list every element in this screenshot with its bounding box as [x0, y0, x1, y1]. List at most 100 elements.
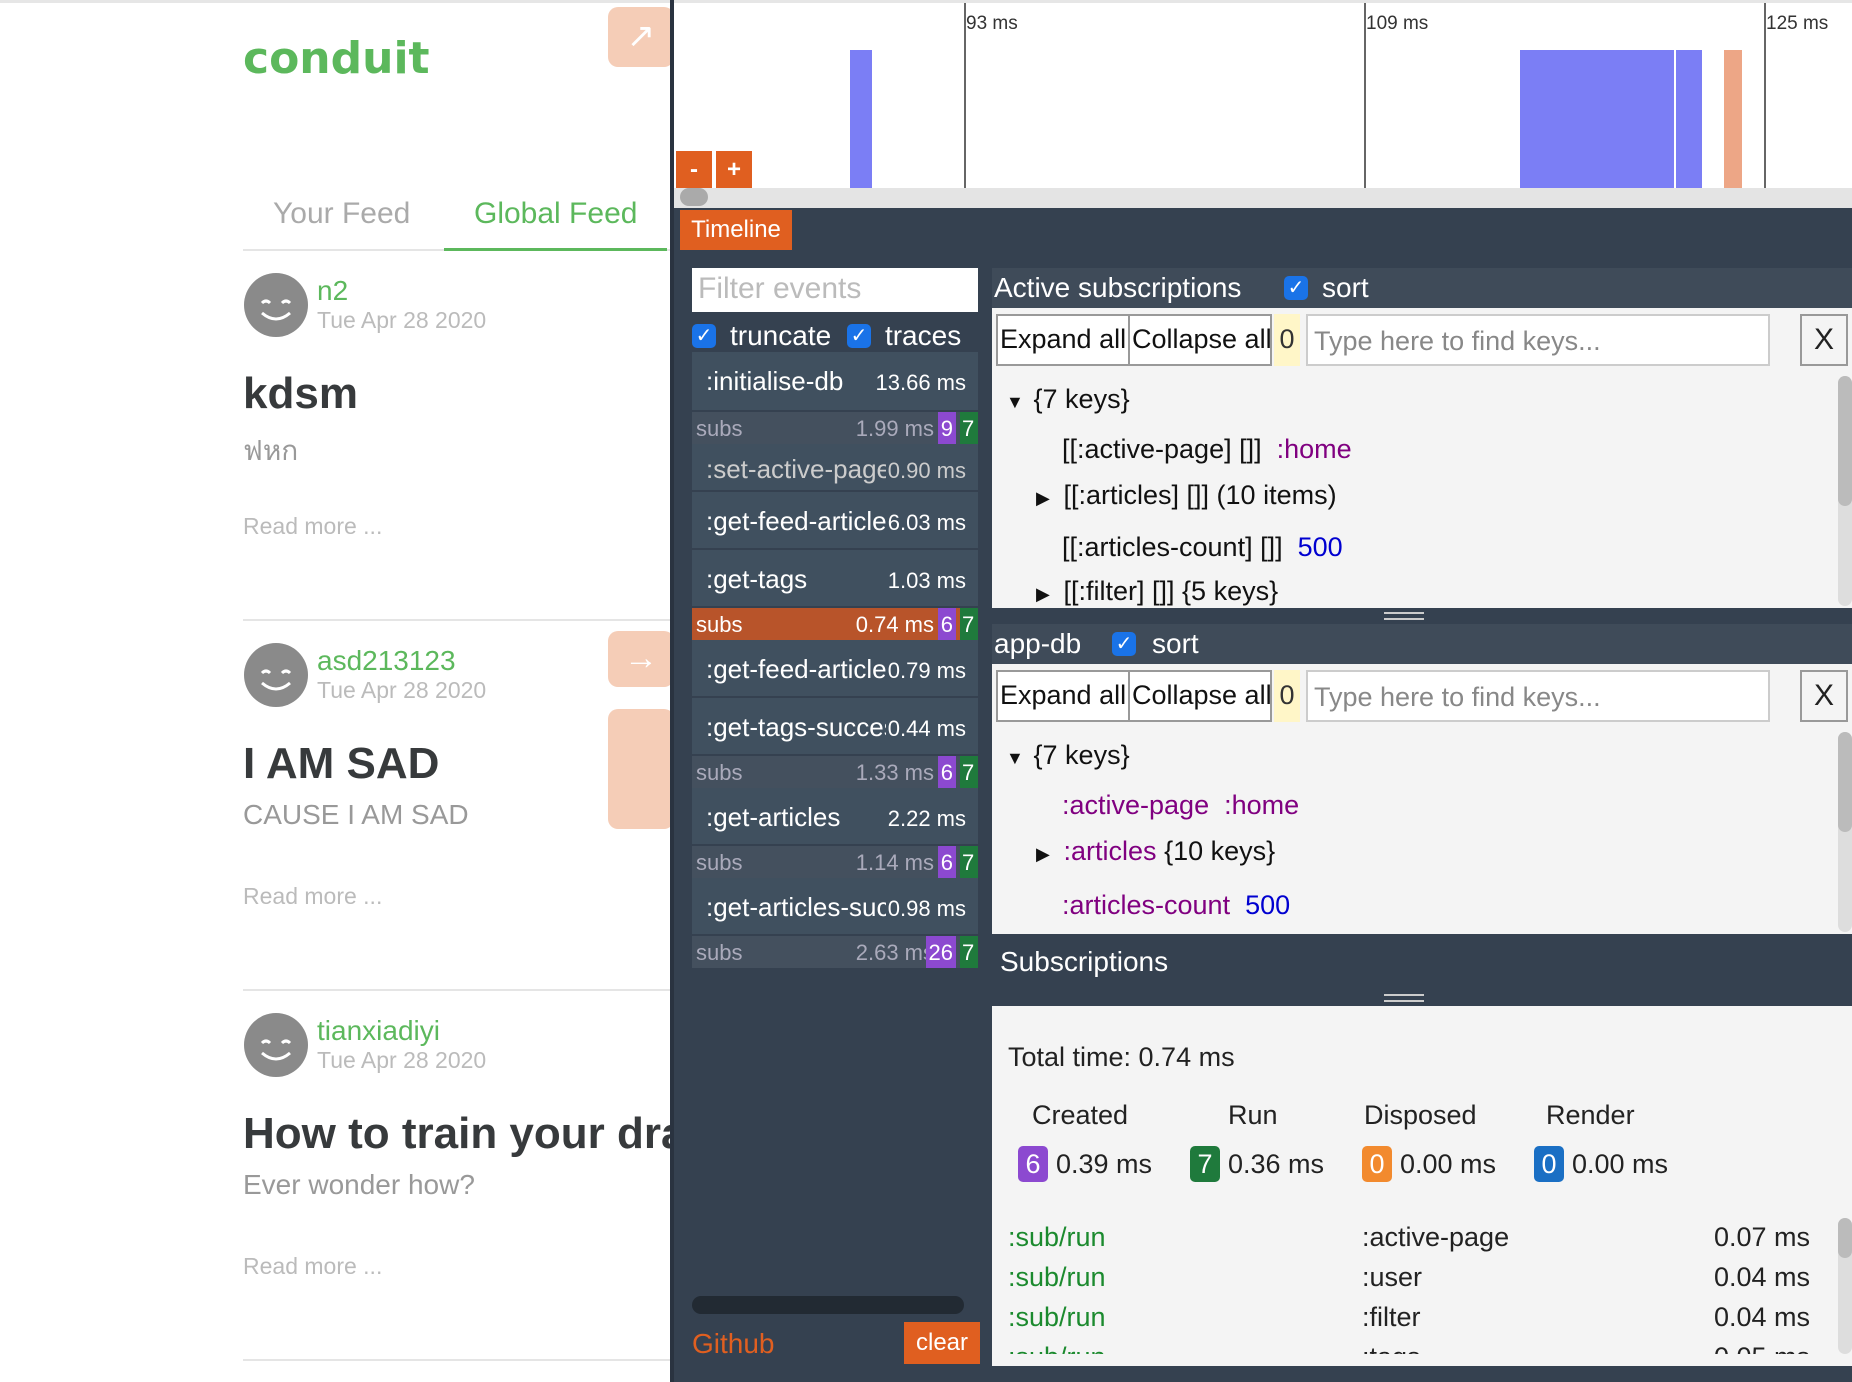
- filter-events-input[interactable]: Filter events: [692, 268, 978, 312]
- article-author[interactable]: asd213123: [317, 645, 456, 677]
- scroll-thumb[interactable]: [1838, 732, 1852, 832]
- avatar[interactable]: [244, 643, 308, 707]
- collapse-all-button[interactable]: Collapse all: [1128, 670, 1272, 722]
- event-bar[interactable]: [850, 50, 872, 188]
- tab-global-feed[interactable]: Global Feed: [444, 191, 668, 251]
- event-row[interactable]: :initialise-db 13.66 ms: [692, 352, 978, 412]
- event-bar[interactable]: [1676, 50, 1702, 188]
- timeline-scrollbar[interactable]: [674, 188, 1852, 208]
- tab-your-feed[interactable]: Your Feed: [243, 191, 440, 251]
- event-row[interactable]: :get-articles 2.22 ms: [692, 788, 978, 846]
- event-row[interactable]: :get-articles-success0.98 ms: [692, 878, 978, 936]
- subs-label: subs: [696, 850, 743, 875]
- article-author[interactable]: n2: [317, 275, 348, 307]
- subs-row[interactable]: subs 1.14 ms 6 7: [692, 846, 978, 878]
- active-subscriptions-header: Active subscriptions ✓ sort: [992, 268, 1852, 308]
- scroll-thumb[interactable]: [680, 188, 708, 206]
- article-title[interactable]: How to train your dragon: [243, 1109, 670, 1159]
- tree-row[interactable]: :articles-count 500: [1062, 890, 1290, 921]
- tree-row[interactable]: ▶ [[:articles] []] (10 items): [1036, 480, 1337, 511]
- github-link[interactable]: Github: [692, 1328, 775, 1360]
- tree-scrollbar[interactable]: [1838, 376, 1852, 606]
- sub-op: :sub/run: [1008, 1342, 1106, 1354]
- resize-handle[interactable]: [1384, 612, 1424, 620]
- collapse-all-button[interactable]: Collapse all: [1128, 314, 1272, 366]
- collapsed-triangle-icon[interactable]: ▶: [1036, 844, 1056, 865]
- event-row[interactable]: :get-feed-articles-success0.79 ms: [692, 640, 978, 698]
- tree-key: [[:active-page] []]: [1062, 434, 1262, 464]
- expand-all-button[interactable]: Expand all: [996, 314, 1130, 366]
- article-title[interactable]: I AM SAD: [243, 739, 439, 789]
- subscription-row[interactable]: :sub/run:tags 0.05 ms: [1008, 1342, 1810, 1354]
- subscriptions-panel: Total time: 0.74 ms Created Run Disposed…: [992, 1006, 1852, 1366]
- expanded-triangle-icon[interactable]: ▼: [1006, 392, 1026, 413]
- tree-key: :articles-count: [1062, 890, 1231, 920]
- subs-row-selected[interactable]: subs 0.74 ms 6 7: [692, 608, 978, 640]
- sort-label: sort: [1322, 272, 1369, 303]
- traces-label: traces: [884, 319, 962, 351]
- tab-timeline[interactable]: Timeline: [680, 210, 792, 250]
- tree-row[interactable]: [[:articles-count] []] 500: [1062, 532, 1343, 563]
- tree-row[interactable]: :active-page :home: [1062, 790, 1299, 821]
- created-stat: 6 0.39 ms: [1018, 1146, 1152, 1182]
- event-row[interactable]: :get-tags-success0.44 ms: [692, 698, 978, 756]
- expand-all-button[interactable]: Expand all: [996, 670, 1130, 722]
- resize-handle[interactable]: [1384, 994, 1424, 1002]
- devtools-panel: 93 ms 109 ms 125 ms - + Timeline Filter …: [670, 0, 1852, 1382]
- tree-row[interactable]: ▶ [[:filter] []] {5 keys}: [1036, 576, 1278, 607]
- traces-checkbox[interactable]: ✓: [846, 323, 871, 348]
- key-search-input[interactable]: Type here to find keys...: [1306, 314, 1770, 366]
- event-time: 1.03 ms: [887, 568, 966, 593]
- read-more-link[interactable]: Read more ...: [243, 883, 382, 910]
- subscription-row[interactable]: :sub/run:active-page 0.07 ms: [1008, 1222, 1810, 1253]
- read-more-link[interactable]: Read more ...: [243, 1253, 382, 1280]
- render-bar[interactable]: [1724, 50, 1742, 188]
- zoom-in-button[interactable]: +: [716, 151, 752, 191]
- scroll-thumb[interactable]: [1838, 376, 1852, 506]
- zoom-out-button[interactable]: -: [676, 151, 712, 191]
- subs-row[interactable]: subs 1.33 ms 6 7: [692, 756, 978, 788]
- clear-button[interactable]: clear: [904, 1322, 980, 1364]
- subscription-row[interactable]: :sub/run:filter 0.04 ms: [1008, 1302, 1810, 1333]
- event-name: :get-feed-articles: [706, 506, 886, 536]
- subscription-row[interactable]: :sub/run:user 0.04 ms: [1008, 1262, 1810, 1293]
- scroll-thumb[interactable]: [1838, 1218, 1852, 1258]
- event-row[interactable]: :get-feed-articles 6.03 ms: [692, 492, 978, 550]
- sub-op: :sub/run: [1008, 1222, 1106, 1252]
- tree-scrollbar[interactable]: [1838, 732, 1852, 932]
- event-row[interactable]: :get-tags 1.03 ms: [692, 550, 978, 608]
- brand-logo[interactable]: conduit: [243, 33, 430, 84]
- collapsed-triangle-icon[interactable]: ▶: [1036, 584, 1056, 605]
- subs-row[interactable]: subs 1.99 ms 9 7: [692, 412, 978, 444]
- event-bar[interactable]: [1520, 50, 1674, 188]
- event-list-scrollbar[interactable]: [692, 1296, 964, 1314]
- tree-root[interactable]: ▼ {7 keys}: [1006, 384, 1130, 415]
- app-db-header: app-db ✓ sort: [992, 624, 1852, 664]
- tree-row[interactable]: ▶ :articles {10 keys}: [1036, 836, 1275, 867]
- clear-search-button[interactable]: X: [1800, 670, 1848, 722]
- subs-label: subs: [696, 612, 743, 637]
- sort-checkbox[interactable]: ✓: [1284, 276, 1308, 300]
- avatar[interactable]: [244, 1013, 308, 1077]
- avatar[interactable]: [244, 273, 308, 337]
- key-search-input[interactable]: Type here to find keys...: [1306, 670, 1770, 722]
- read-more-link[interactable]: Read more ...: [243, 513, 382, 540]
- run-count-badge: 7: [960, 846, 978, 878]
- sort-checkbox[interactable]: ✓: [1112, 632, 1136, 656]
- article-preview: n2 Tue Apr 28 2020 kdsm ฟหก Read more ..…: [243, 251, 670, 621]
- subscription-scrollbar[interactable]: [1838, 1218, 1852, 1354]
- tree-row[interactable]: [[:active-page] []] :home: [1062, 434, 1352, 465]
- expanded-triangle-icon[interactable]: ▼: [1006, 748, 1026, 769]
- article-author[interactable]: tianxiadiyi: [317, 1015, 440, 1047]
- article-title[interactable]: kdsm: [243, 369, 358, 419]
- clear-search-button[interactable]: X: [1800, 314, 1848, 366]
- subs-row[interactable]: subs 2.63 ms 26 7: [692, 936, 978, 968]
- section-title: Active subscriptions: [994, 272, 1242, 303]
- collapsed-triangle-icon[interactable]: ▶: [1036, 488, 1056, 509]
- popout-button[interactable]: ↗: [608, 7, 670, 67]
- truncate-checkbox[interactable]: ✓: [692, 323, 716, 348]
- timeline-chart[interactable]: 93 ms 109 ms 125 ms - +: [674, 0, 1852, 208]
- event-row[interactable]: :set-active-page 0.90 ms: [692, 444, 978, 492]
- tree-root[interactable]: ▼ {7 keys}: [1006, 740, 1130, 771]
- tree-key: [[:filter] []] {5 keys}: [1063, 576, 1279, 606]
